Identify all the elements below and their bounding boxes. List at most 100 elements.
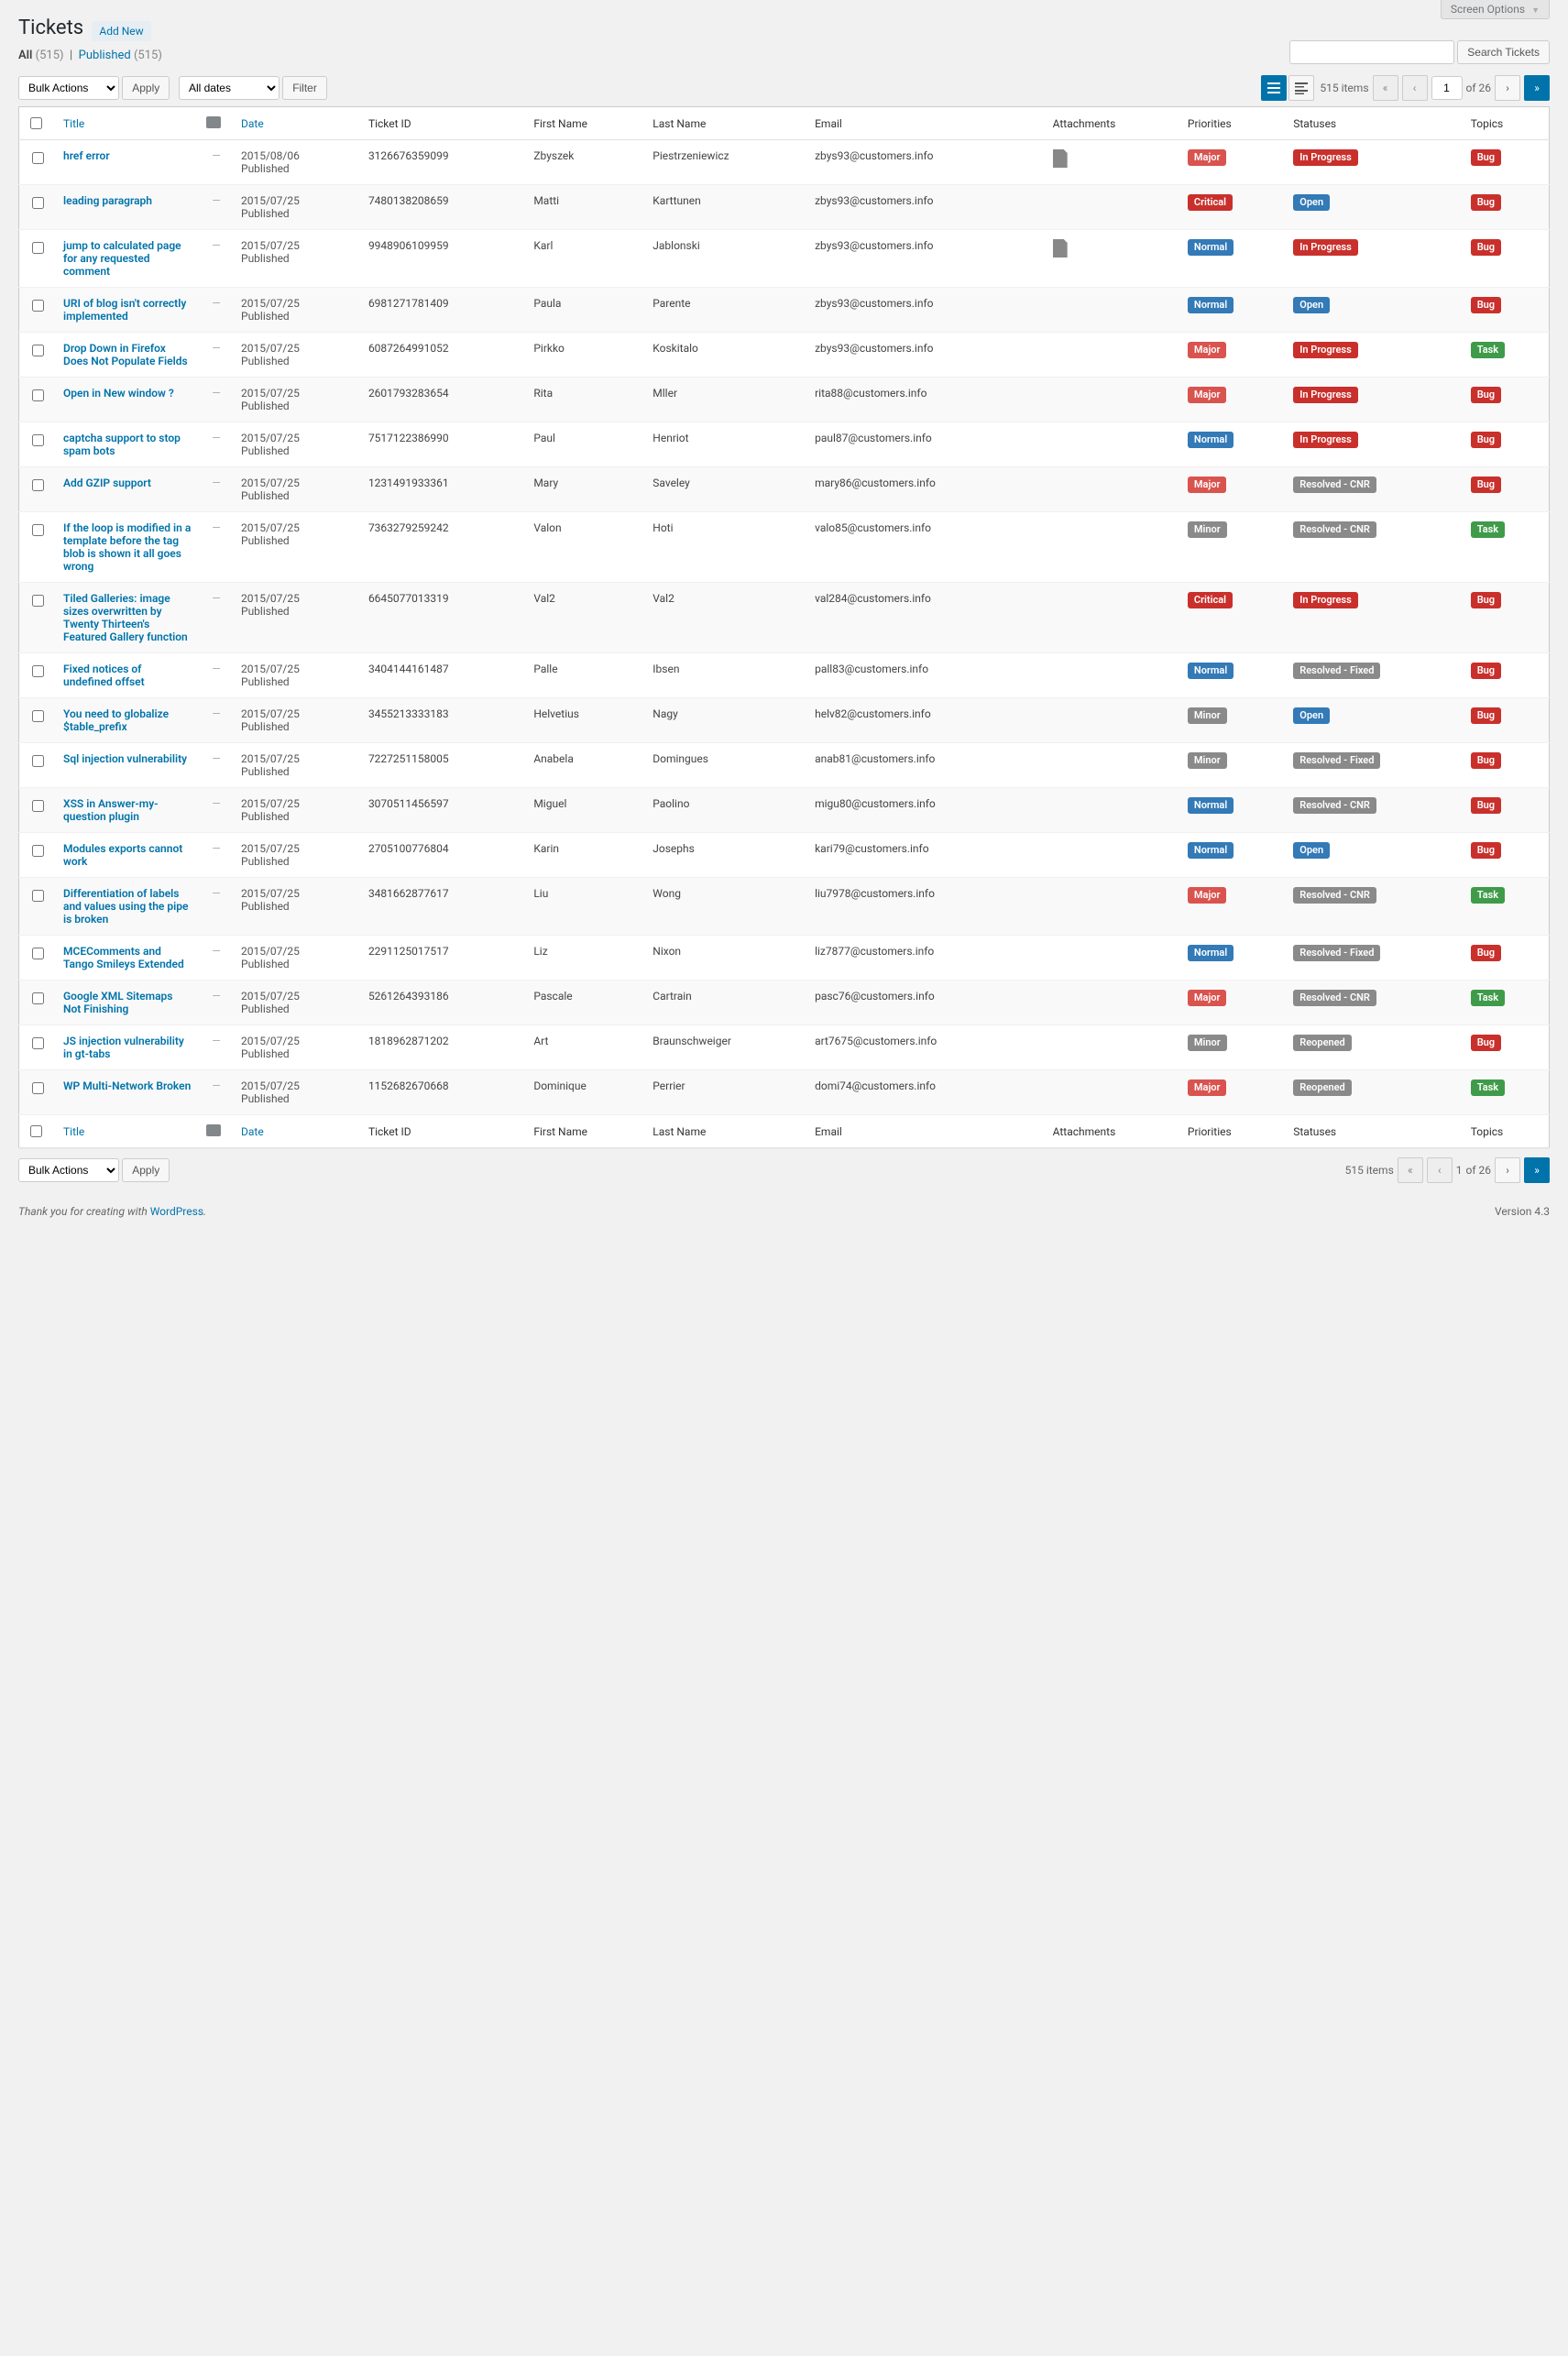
prev-page-icon: ‹: [1402, 75, 1428, 101]
status-badge: Resolved - CNR: [1293, 477, 1376, 493]
view-list-icon[interactable]: [1261, 75, 1287, 101]
ticket-title-link[interactable]: URI of blog isn't correctly implemented: [63, 297, 186, 323]
bulk-actions-select-bottom[interactable]: Bulk Actions: [18, 1158, 119, 1182]
last-page-icon[interactable]: »: [1524, 1157, 1550, 1183]
ticket-title-link[interactable]: You need to globalize $table_prefix: [63, 707, 169, 733]
row-checkbox[interactable]: [32, 152, 44, 164]
view-excerpt-icon[interactable]: [1288, 75, 1314, 101]
topic-badge: Bug: [1471, 432, 1501, 448]
ticket-title-link[interactable]: Add GZIP support: [63, 477, 151, 489]
email: anab81@customers.info: [807, 743, 1046, 788]
priority-badge: Critical: [1188, 592, 1233, 608]
priority-badge: Normal: [1188, 239, 1234, 256]
col-email: Email: [807, 107, 1046, 140]
col-title[interactable]: Title: [56, 107, 199, 140]
next-page-icon[interactable]: ›: [1495, 75, 1520, 101]
row-checkbox[interactable]: [32, 755, 44, 767]
wordpress-link[interactable]: WordPress: [150, 1205, 203, 1218]
ticket-title-link[interactable]: Drop Down in Firefox Does Not Populate F…: [63, 342, 188, 367]
email: liz7877@customers.info: [807, 936, 1046, 981]
ticket-date: 2015/07/25Published: [234, 653, 361, 698]
filter-published[interactable]: Published: [79, 49, 131, 62]
status-badge: In Progress: [1293, 432, 1357, 448]
ticket-title-link[interactable]: Google XML Sitemaps Not Finishing: [63, 990, 172, 1015]
row-checkbox[interactable]: [32, 595, 44, 607]
row-checkbox[interactable]: [32, 845, 44, 857]
ticket-id: 6645077013319: [361, 583, 526, 653]
filter-button[interactable]: Filter: [282, 76, 327, 100]
row-checkbox[interactable]: [32, 479, 44, 491]
next-page-icon[interactable]: ›: [1495, 1157, 1520, 1183]
ticket-title-link[interactable]: JS injection vulnerability in gt-tabs: [63, 1035, 184, 1060]
table-row: You need to globalize $table_prefix—2015…: [19, 698, 1550, 743]
priority-badge: Major: [1188, 342, 1227, 358]
row-checkbox[interactable]: [32, 800, 44, 812]
ticket-title-link[interactable]: leading paragraph: [63, 194, 152, 207]
last-name: Nixon: [645, 936, 807, 981]
apply-button[interactable]: Apply: [122, 76, 170, 100]
ticket-title-link[interactable]: WP Multi-Network Broken: [63, 1079, 191, 1092]
email: zbys93@customers.info: [807, 185, 1046, 230]
ticket-title-link[interactable]: jump to calculated page for any requeste…: [63, 239, 181, 278]
first-page-icon: «: [1398, 1157, 1423, 1183]
row-checkbox[interactable]: [32, 1037, 44, 1049]
ticket-title-link[interactable]: XSS in Answer-my-question plugin: [63, 797, 159, 823]
row-checkbox[interactable]: [32, 524, 44, 536]
row-checkbox[interactable]: [32, 710, 44, 722]
current-page-input[interactable]: [1431, 76, 1463, 100]
comment-count: —: [212, 342, 220, 355]
ticket-title-link[interactable]: Tiled Galleries: image sizes overwritten…: [63, 592, 188, 643]
ticket-title-link[interactable]: MCEComments and Tango Smileys Extended: [63, 945, 184, 970]
col-date[interactable]: Date: [234, 107, 361, 140]
select-all-checkbox-bottom[interactable]: [30, 1125, 42, 1137]
email: zbys93@customers.info: [807, 140, 1046, 185]
row-checkbox[interactable]: [32, 434, 44, 446]
ticket-date: 2015/07/25Published: [234, 698, 361, 743]
search-input[interactable]: [1289, 40, 1454, 64]
row-checkbox[interactable]: [32, 345, 44, 356]
topic-badge: Task: [1471, 1079, 1505, 1096]
row-checkbox[interactable]: [32, 948, 44, 959]
row-checkbox[interactable]: [32, 197, 44, 209]
attachment-icon: [1053, 239, 1068, 258]
first-name: Pascale: [526, 981, 645, 1025]
row-checkbox[interactable]: [32, 1082, 44, 1094]
screen-options-toggle[interactable]: Screen Options ▼: [1441, 0, 1550, 19]
priority-badge: Major: [1188, 477, 1227, 493]
ticket-title-link[interactable]: Fixed notices of undefined offset: [63, 663, 145, 688]
ticket-title-link[interactable]: Modules exports cannot work: [63, 842, 182, 868]
row-checkbox[interactable]: [32, 890, 44, 902]
apply-button-bottom[interactable]: Apply: [122, 1158, 170, 1182]
ticket-title-link[interactable]: If the loop is modified in a template be…: [63, 521, 191, 573]
ticket-id: 3404144161487: [361, 653, 526, 698]
row-checkbox[interactable]: [32, 389, 44, 401]
status-badge: In Progress: [1293, 387, 1357, 403]
ticket-title-link[interactable]: href error: [63, 149, 110, 162]
select-all-checkbox[interactable]: [30, 117, 42, 129]
row-checkbox[interactable]: [32, 992, 44, 1004]
ticket-title-link[interactable]: Sql injection vulnerability: [63, 752, 187, 765]
ticket-id: 7227251158005: [361, 743, 526, 788]
comments-icon[interactable]: [206, 116, 221, 128]
row-checkbox[interactable]: [32, 665, 44, 677]
ticket-title-link[interactable]: Differentiation of labels and values usi…: [63, 887, 188, 926]
topic-badge: Bug: [1471, 797, 1501, 814]
email: zbys93@customers.info: [807, 230, 1046, 288]
ticket-title-link[interactable]: Open in New window ?: [63, 387, 174, 400]
first-name: Valon: [526, 512, 645, 583]
ticket-id: 1818962871202: [361, 1025, 526, 1070]
filter-all[interactable]: All: [18, 49, 32, 62]
last-name: Mller: [645, 378, 807, 422]
add-new-button[interactable]: Add New: [92, 21, 150, 41]
status-badge: Open: [1293, 842, 1330, 859]
comments-icon[interactable]: [206, 1124, 221, 1136]
row-checkbox[interactable]: [32, 242, 44, 254]
last-page-icon[interactable]: »: [1524, 75, 1550, 101]
dates-select[interactable]: All dates: [179, 76, 280, 100]
row-checkbox[interactable]: [32, 300, 44, 312]
search-button[interactable]: Search Tickets: [1457, 40, 1550, 64]
topic-badge: Bug: [1471, 149, 1501, 166]
ticket-title-link[interactable]: captcha support to stop spam bots: [63, 432, 181, 457]
email: valo85@customers.info: [807, 512, 1046, 583]
bulk-actions-select[interactable]: Bulk Actions: [18, 76, 119, 100]
